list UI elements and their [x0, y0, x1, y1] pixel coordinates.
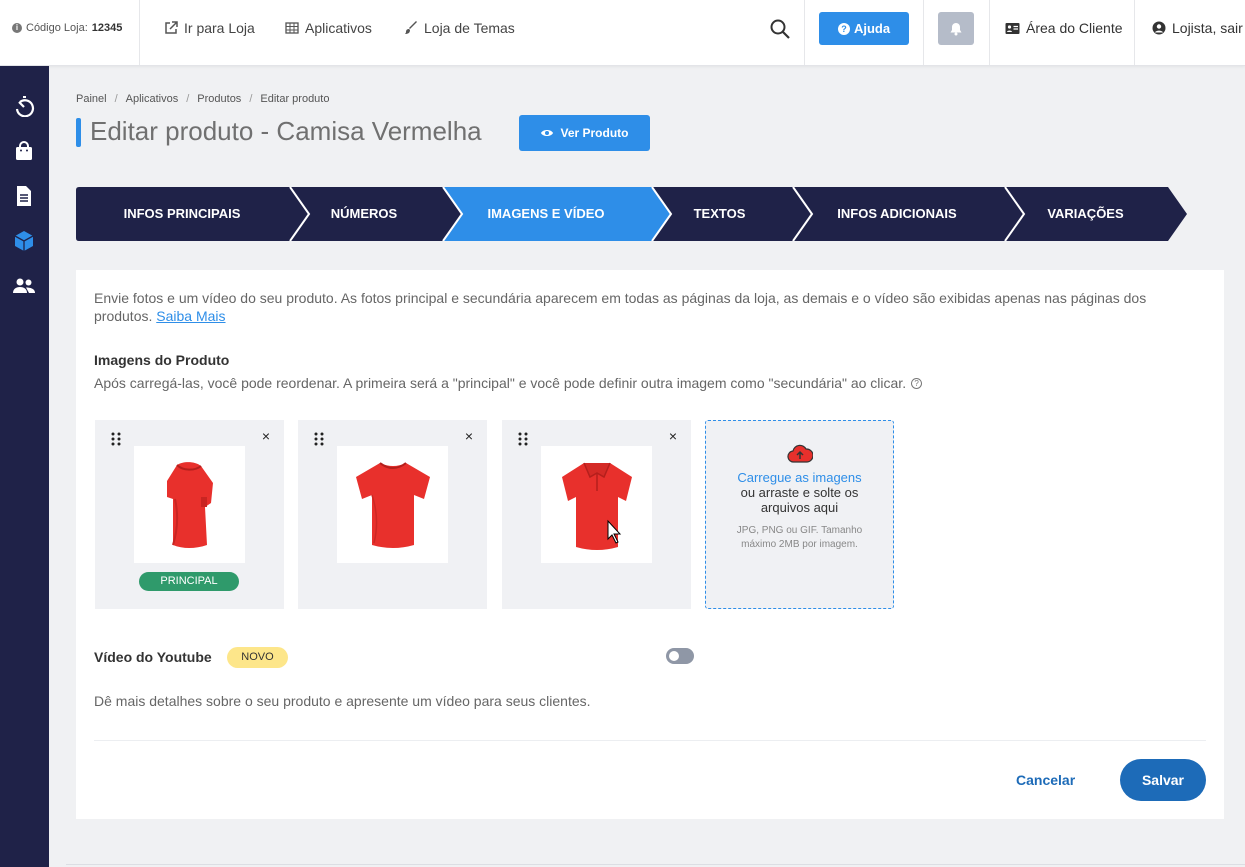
images-section-title: Imagens do Produto: [94, 352, 230, 368]
go-to-store-link[interactable]: Ir para Loja: [164, 20, 255, 36]
title-accent-bar: [76, 118, 81, 147]
upload-drag-text: ou arraste e solte os arquivos aqui: [740, 485, 859, 515]
breadcrumb-current: Editar produto: [260, 93, 330, 105]
close-icon[interactable]: ×: [463, 429, 475, 443]
brush-icon: [405, 21, 417, 34]
question-icon[interactable]: ?: [911, 377, 923, 389]
red-shirt-side-image: [166, 462, 213, 548]
grid-icon: [285, 22, 299, 34]
breadcrumb: Painel / Aplicativos / Produtos / Editar…: [76, 93, 330, 105]
drag-handle-icon[interactable]: [518, 432, 528, 446]
step-variacoes[interactable]: VARIAÇÕES: [1008, 187, 1163, 241]
drag-handle-icon[interactable]: [314, 432, 324, 446]
user-circle-icon: [1152, 21, 1166, 35]
youtube-section-title: Vídeo do Youtube: [94, 649, 212, 665]
external-link-icon: [165, 21, 178, 34]
step-imagens-video[interactable]: IMAGENS E VÍDEO: [446, 187, 646, 241]
help-button[interactable]: ? Ajuda: [819, 12, 909, 45]
apps-label: Aplicativos: [305, 20, 372, 36]
apps-link[interactable]: Aplicativos: [285, 20, 372, 36]
view-product-label: Ver Produto: [560, 126, 629, 140]
learn-more-link[interactable]: Saiba Mais: [156, 308, 225, 324]
image-upload-dropzone[interactable]: Carregue as imagens ou arraste e solte o…: [705, 420, 894, 609]
store-code: i Código Loja: 12345: [12, 22, 122, 34]
breadcrumb-produtos[interactable]: Produtos: [197, 93, 241, 105]
page-bottom-divider: [66, 864, 1245, 865]
users-icon[interactable]: [12, 274, 36, 298]
youtube-description: Dê mais detalhes sobre o seu produto e a…: [94, 693, 591, 709]
go-to-store-label: Ir para Loja: [184, 20, 255, 36]
speedometer-icon[interactable]: [12, 94, 36, 118]
intro-text: Envie fotos e um vídeo do seu produto. A…: [94, 289, 1194, 325]
footer-divider: [94, 740, 1206, 741]
product-image-card[interactable]: ×: [298, 420, 487, 609]
step-infos-principais[interactable]: INFOS PRINCIPAIS: [76, 187, 288, 241]
eye-icon: [541, 130, 554, 136]
product-image-card[interactable]: ×: [502, 420, 691, 609]
breadcrumb-aplicativos[interactable]: Aplicativos: [126, 93, 179, 105]
product-image-card[interactable]: × PRINCIPAL: [95, 420, 284, 609]
wizard-steps: INFOS PRINCIPAIS NÚMEROS IMAGENS E VÍDEO…: [76, 187, 1196, 241]
cloud-upload-icon: [787, 444, 813, 463]
drag-handle-icon[interactable]: [111, 432, 121, 446]
search-icon[interactable]: [769, 18, 791, 40]
help-icon: ?: [837, 22, 850, 35]
intro-text-body: Envie fotos e um vídeo do seu produto. A…: [94, 290, 1147, 324]
red-polo-image: [561, 462, 632, 550]
bell-icon: [950, 22, 962, 35]
top-bar: i Código Loja: 12345 Ir para Loja Aplica…: [0, 0, 1245, 66]
theme-store-label: Loja de Temas: [424, 20, 515, 36]
notifications-button[interactable]: [938, 12, 974, 45]
product-image[interactable]: [337, 446, 448, 563]
youtube-toggle[interactable]: [666, 648, 694, 664]
close-icon[interactable]: ×: [667, 429, 679, 443]
client-area-link[interactable]: Área do Cliente: [1005, 20, 1123, 36]
new-badge: NOVO: [227, 647, 288, 668]
box-icon[interactable]: [12, 229, 36, 253]
breadcrumb-painel[interactable]: Painel: [76, 93, 107, 105]
content-card: Envie fotos e um vídeo do seu produto. A…: [76, 270, 1224, 819]
page-title: Editar produto - Camisa Vermelha: [90, 116, 482, 146]
user-logout-link[interactable]: Lojista, sair: [1152, 20, 1243, 36]
help-label: Ajuda: [853, 21, 891, 36]
cancel-button[interactable]: Cancelar: [1016, 772, 1075, 788]
upload-format-note: JPG, PNG ou GIF. Tamanho máximo 2MB por …: [736, 525, 863, 550]
id-card-icon: [1005, 22, 1020, 34]
close-icon[interactable]: ×: [260, 429, 272, 443]
images-subtitle-text: Após carregá-las, você pode reordenar. A…: [94, 375, 907, 391]
user-label: Lojista, sair: [1172, 20, 1243, 36]
step-textos[interactable]: TEXTOS: [652, 187, 787, 241]
upload-images-link[interactable]: Carregue as imagens: [706, 470, 893, 485]
document-icon[interactable]: [12, 184, 36, 208]
images-section-subtitle: Após carregá-las, você pode reordenar. A…: [94, 375, 923, 391]
product-image[interactable]: [134, 446, 245, 563]
shopping-bag-icon[interactable]: [12, 139, 36, 163]
sidebar: [0, 66, 49, 867]
view-product-button[interactable]: Ver Produto: [519, 115, 650, 151]
step-numeros[interactable]: NÚMEROS: [290, 187, 438, 241]
store-code-value: 12345: [91, 22, 123, 34]
client-area-label: Área do Cliente: [1026, 20, 1123, 36]
product-image[interactable]: [541, 446, 652, 563]
toggle-knob: [669, 651, 679, 661]
info-icon: i: [12, 23, 22, 33]
principal-badge: PRINCIPAL: [139, 572, 239, 591]
store-code-label: Código Loja:: [26, 22, 88, 34]
step-infos-adicionais[interactable]: INFOS ADICIONAIS: [796, 187, 998, 241]
theme-store-link[interactable]: Loja de Temas: [404, 20, 515, 36]
save-button[interactable]: Salvar: [1120, 759, 1206, 801]
red-shirt-front-image: [355, 461, 430, 548]
